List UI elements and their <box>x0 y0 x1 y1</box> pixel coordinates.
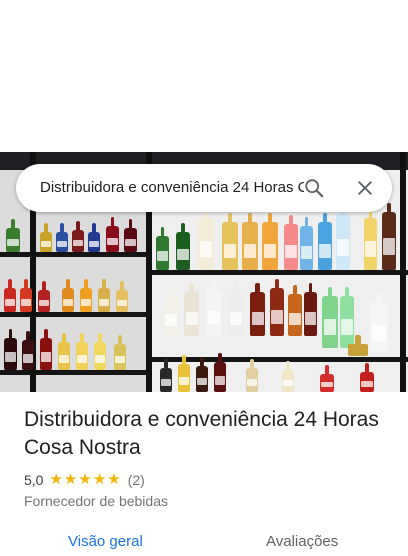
bottle <box>320 365 334 392</box>
star-icon: ★ <box>63 471 78 488</box>
bottle <box>80 279 92 312</box>
bottle <box>196 357 208 392</box>
bottle <box>300 217 313 270</box>
bottle <box>62 279 74 312</box>
bottle <box>40 329 52 370</box>
place-title: Distribuidora e conveniência 24 Horas Co… <box>24 408 379 459</box>
bottle <box>164 287 178 336</box>
bottle <box>94 333 106 370</box>
bottle <box>222 213 238 270</box>
star-icon: ★ <box>49 471 63 488</box>
shelf <box>150 357 408 362</box>
bottle <box>242 213 258 270</box>
bottle <box>198 209 214 270</box>
bottle <box>160 359 172 392</box>
bottle <box>318 213 332 270</box>
close-button[interactable] <box>349 172 381 204</box>
bottle <box>304 283 317 336</box>
tab-bar: Visão geral Avaliações <box>0 526 408 556</box>
search-icon <box>305 179 324 198</box>
bottle <box>176 223 190 270</box>
shelf-post <box>400 152 406 392</box>
bottle <box>270 279 284 336</box>
bottle <box>206 281 221 336</box>
close-icon <box>358 181 372 195</box>
tab-reviews[interactable]: Avaliações <box>266 532 338 552</box>
bottle <box>250 283 265 336</box>
bottle <box>72 221 84 252</box>
place-category: Fornecedor de bebidas <box>24 493 168 509</box>
bottle <box>382 203 396 270</box>
rating-value: 5,0 <box>24 472 44 488</box>
bottle <box>38 281 50 312</box>
bottle <box>228 283 243 336</box>
bottle <box>116 281 128 312</box>
star-icon: ★ <box>78 471 92 488</box>
review-count[interactable]: (2) <box>128 472 145 488</box>
bottle <box>114 335 126 370</box>
bottle <box>58 333 70 370</box>
bottle <box>364 209 377 270</box>
bottle <box>178 355 190 392</box>
bottle <box>106 217 119 252</box>
bottle <box>282 361 294 392</box>
bottle <box>4 329 17 370</box>
star-icon: ★ <box>107 471 121 488</box>
search-input[interactable]: Distribuidora e conveniência 24 Horas Co… <box>40 164 304 212</box>
star-icon: ★ <box>92 471 107 488</box>
star-rating: ★ ★ ★ ★ ★ <box>49 470 121 490</box>
bottle <box>56 223 68 252</box>
bottle <box>246 359 258 392</box>
rating-row[interactable]: 5,0 ★ ★ ★ ★ ★ (2) <box>24 470 145 490</box>
bottle <box>284 215 298 270</box>
bottle <box>6 219 20 252</box>
bottle <box>184 283 199 336</box>
shelf <box>0 252 150 257</box>
shelf <box>0 312 150 317</box>
bottle <box>22 331 34 370</box>
bottle <box>4 279 16 312</box>
bottle <box>88 223 100 252</box>
bottle <box>360 363 374 392</box>
shelf <box>150 270 408 275</box>
product-box <box>348 335 368 356</box>
bottle <box>340 287 354 348</box>
shelf <box>0 370 150 375</box>
bottle <box>370 293 388 354</box>
bottle <box>76 333 88 370</box>
search-bar[interactable]: Distribuidora e conveniência 24 Horas Co… <box>16 164 392 212</box>
bottle <box>322 287 338 348</box>
bottle <box>288 285 302 336</box>
blank-header-area <box>0 0 408 152</box>
bottle <box>20 279 32 312</box>
tab-overview[interactable]: Visão geral <box>68 532 143 552</box>
bottle <box>124 219 137 252</box>
bottle <box>40 223 52 252</box>
bottle <box>156 227 169 270</box>
bottle <box>98 279 110 312</box>
bottle <box>262 213 278 270</box>
bottle <box>336 205 350 270</box>
bottle <box>214 353 226 392</box>
search-button[interactable] <box>298 172 330 204</box>
